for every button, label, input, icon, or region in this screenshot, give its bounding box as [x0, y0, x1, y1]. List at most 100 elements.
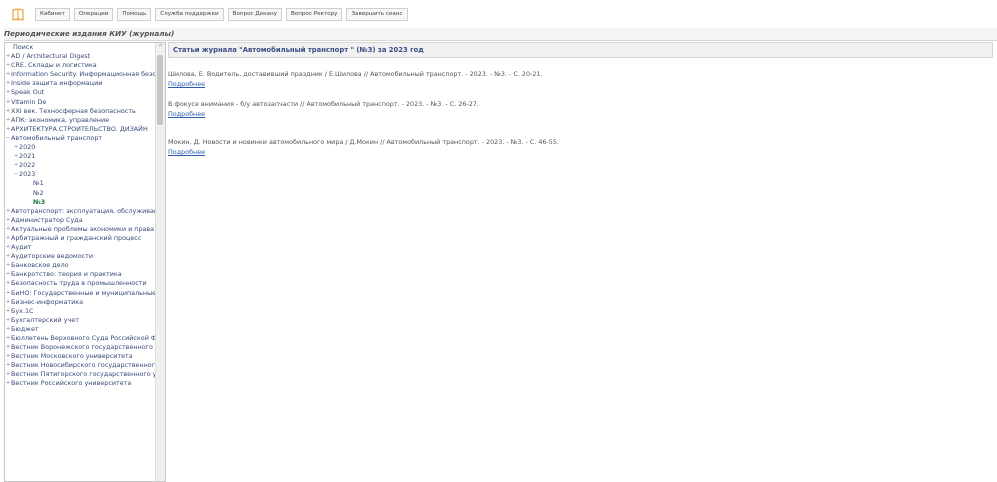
- article-entry: Шилова, Е. Водитель, доставивший праздни…: [168, 70, 543, 88]
- article-entry: Мокин, Д. Новости и новинки автомобильно…: [168, 138, 559, 156]
- tree-item[interactable]: + CRE. Склады и логистика: [5, 61, 155, 70]
- article-entry: В фокусе внимания - б/у автозапчасти // …: [168, 100, 479, 118]
- tree-item[interactable]: + Information Security. Информационная бе…: [5, 70, 155, 79]
- tree-item[interactable]: + Вестник Российского университета: [5, 379, 155, 388]
- menu-ask-dean[interactable]: Вопрос Декану: [227, 7, 282, 21]
- tree-item-label: Безопасность труда в промышленности: [11, 279, 147, 288]
- article-citation: Мокин, Д. Новости и новинки автомобильно…: [168, 138, 559, 146]
- tree-item-label: Бизнес-информатика: [11, 297, 84, 306]
- tree-item[interactable]: +2022: [5, 161, 155, 170]
- tree-item[interactable]: + Inside защита информации: [5, 79, 155, 88]
- tree-item[interactable]: + Вестник Московского университета: [5, 352, 155, 361]
- tree-item[interactable]: + Арбитражный и гражданский процесс: [5, 234, 155, 243]
- tree-item[interactable]: + АПК: экономика, управление: [5, 116, 155, 125]
- tree-item[interactable]: − Автомобильный транспорт: [5, 134, 155, 143]
- tree-item[interactable]: +Автотранспорт: эксплуатация, обслуживан…: [5, 207, 155, 216]
- tree-item-label: Автотранспорт: эксплуатация, обслуживани…: [11, 206, 155, 215]
- menu-operations[interactable]: Операции: [73, 7, 114, 21]
- top-menu-bar: Кабинет Операции Помощь Служба поддержки…: [0, 0, 997, 28]
- tree-item-label: Speak Out: [11, 88, 45, 97]
- tree-item-label: Inside защита информации: [11, 79, 103, 88]
- tree-item-label: №1: [33, 179, 44, 188]
- tree-item-label: АРХИТЕКТУРА.СТРОИТЕЛЬСТВО. ДИЗАЙН: [11, 124, 148, 133]
- tree-item-label: 2020: [19, 143, 36, 152]
- tree-item-label: Вестник Новосибирского государственного …: [11, 361, 155, 370]
- tree-item[interactable]: + Бухгалтерский учет: [5, 316, 155, 325]
- tree-item[interactable]: +БиНО: Государственные и муниципальные у…: [5, 289, 155, 298]
- tree-item-label: Vitamin De: [11, 97, 47, 106]
- tree-item-label: Бюджет: [11, 324, 39, 333]
- tree-item-label: CRE. Склады и логистика: [11, 61, 97, 70]
- tree-item-label: XXI век. Техносферная безопасность: [11, 106, 136, 115]
- tree-search-label: Поиск: [13, 43, 34, 51]
- tree-item-label: Вестник Московского университета: [11, 352, 133, 361]
- tree-item-label: Банковское дело: [11, 261, 69, 270]
- tree-item-label: Вестник Российского университета: [11, 379, 132, 388]
- tree-item-label: 2022: [19, 161, 36, 170]
- tree-item[interactable]: + AD / Architectural Digest: [5, 52, 155, 61]
- tree-item[interactable]: + Банковское дело: [5, 261, 155, 270]
- tree-item[interactable]: + Бизнес-информатика: [5, 298, 155, 307]
- tree-item-label: AD / Architectural Digest: [11, 52, 91, 61]
- articles-panel: Статьи журнала "Автомобильный транспорт …: [168, 42, 993, 480]
- journal-tree: Поиск + AD / Architectural Digest + CRE. Ск…: [5, 43, 155, 389]
- tree-item[interactable]: +Вестник Пятигорского государственного у…: [5, 370, 155, 379]
- tree-item[interactable]: + Банкротство: теория и практика: [5, 270, 155, 279]
- tree-item-label: №2: [33, 188, 44, 197]
- tree-item[interactable]: + Vitamin De: [5, 98, 155, 107]
- tree-item-label: БиНО: Государственные и муниципальные уч…: [11, 288, 155, 297]
- menu-help[interactable]: Помощь: [117, 7, 152, 21]
- tree-item[interactable]: №1: [5, 179, 155, 188]
- tree-item[interactable]: + Вестник Новосибирского государственного…: [5, 361, 155, 370]
- tree-search-link[interactable]: Поиск: [5, 43, 155, 52]
- tree-item-label: Бюллетень Верховного Суда Российской Фед…: [11, 334, 155, 342]
- article-citation: В фокусе внимания - б/у автозапчасти // …: [168, 100, 479, 108]
- tree-item-label: Аудиторские ведомости: [11, 252, 94, 261]
- articles-header: Статьи журнала "Автомобильный транспорт …: [168, 42, 993, 58]
- tree-item-label: Автомобильный транспорт: [11, 133, 103, 142]
- tree-item[interactable]: + Администратор Суда: [5, 216, 155, 225]
- tree-item[interactable]: + Speak Out: [5, 88, 155, 97]
- menu-support[interactable]: Служба поддержки: [155, 7, 224, 21]
- tree-item[interactable]: + Бюджет: [5, 325, 155, 334]
- tree-item-label: 2021: [19, 152, 36, 161]
- menu-logout[interactable]: Завершить сеанс: [346, 7, 408, 21]
- tree-item-label: Бух.1С: [11, 306, 34, 315]
- menu-ask-rector[interactable]: Вопрос Ректору: [285, 7, 343, 21]
- tree-item[interactable]: +2020: [5, 143, 155, 152]
- tree-item[interactable]: №3: [5, 198, 155, 207]
- journal-tree-panel: Поиск + AD / Architectural Digest + CRE. Ск…: [4, 42, 166, 482]
- tree-item-label: Администратор Суда: [11, 215, 83, 224]
- tree-item[interactable]: №2: [5, 189, 155, 198]
- tree-item[interactable]: +Вестник Воронежского государственного у…: [5, 343, 155, 352]
- tree-item-label: №3: [33, 197, 46, 206]
- tree-item[interactable]: +Бюллетень Верховного Суда Российской Фе…: [5, 334, 155, 343]
- page-title: Периодические издания КИУ (журналы): [4, 28, 997, 41]
- tree-item[interactable]: +2021: [5, 152, 155, 161]
- book-logo-icon[interactable]: [11, 7, 25, 21]
- tree-item[interactable]: + Аудиторские ведомости: [5, 252, 155, 261]
- tree-item[interactable]: + Безопасность труда в промышленности: [5, 279, 155, 288]
- tree-item[interactable]: −2023: [5, 170, 155, 179]
- tree-item-label: Вестник Пятигорского государственного ун…: [11, 370, 155, 379]
- article-more-link[interactable]: Подробнее: [168, 148, 559, 156]
- menu-cabinet[interactable]: Кабинет: [35, 7, 70, 21]
- tree-item-label: Аудит: [11, 243, 32, 252]
- article-citation: Шилова, Е. Водитель, доставивший праздни…: [168, 70, 543, 78]
- tree-item-label: Актуальные проблемы экономики и права: [11, 224, 155, 233]
- scrollbar-thumb[interactable]: [157, 55, 163, 125]
- tree-item[interactable]: + Актуальные проблемы экономики и права: [5, 225, 155, 234]
- tree-item[interactable]: + АРХИТЕКТУРА.СТРОИТЕЛЬСТВО. ДИЗАЙН: [5, 125, 155, 134]
- article-more-link[interactable]: Подробнее: [168, 80, 543, 88]
- tree-item-label: Вестник Воронежского государственного ун…: [11, 343, 155, 352]
- tree-item-label: Банкротство: теория и практика: [11, 270, 122, 279]
- tree-item[interactable]: + Аудит: [5, 243, 155, 252]
- tree-item-label: 2023: [19, 170, 36, 179]
- scroll-up-arrow-icon[interactable]: ^: [156, 43, 165, 52]
- sidebar-scrollbar[interactable]: ^: [155, 43, 165, 481]
- article-more-link[interactable]: Подробнее: [168, 110, 479, 118]
- tree-item-label: Арбитражный и гражданский процесс: [11, 233, 142, 242]
- tree-item-label: АПК: экономика, управление: [11, 115, 110, 124]
- tree-item[interactable]: + Бух.1С: [5, 307, 155, 316]
- tree-item[interactable]: + XXI век. Техносферная безопасность: [5, 107, 155, 116]
